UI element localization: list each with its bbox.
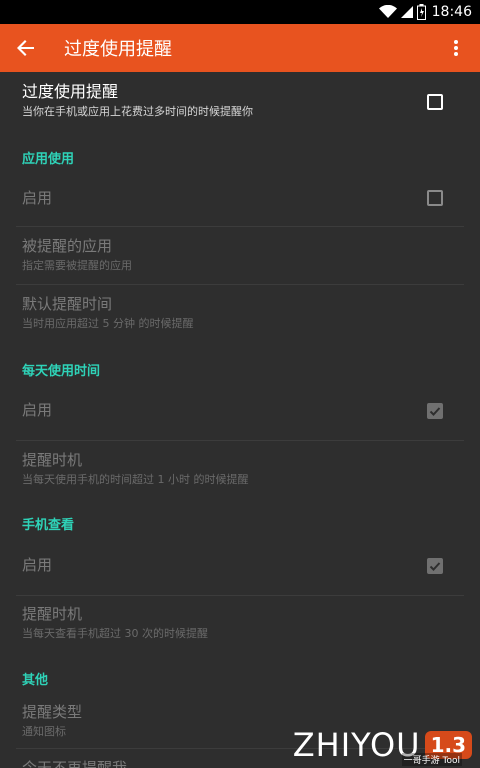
status-icons xyxy=(378,4,426,20)
page-title: 过度使用提醒 xyxy=(64,39,172,60)
divider xyxy=(16,226,464,227)
pref-summary: 当每天查看手机超过 30 次的时候提醒 xyxy=(22,627,208,640)
pref-phone-check-timing[interactable]: 提醒时机 当每天查看手机超过 30 次的时候提醒 xyxy=(22,604,458,642)
check-icon xyxy=(429,407,441,416)
pref-title: 被提醒的应用 xyxy=(22,237,113,255)
pref-title: 启用 xyxy=(22,189,53,207)
more-vert-icon xyxy=(454,40,458,56)
settings-list: 过度使用提醒 当你在手机或应用上花费过多时间的时候提醒你 应用使用 启用 被提醒… xyxy=(0,72,480,768)
app-bar: 过度使用提醒 xyxy=(0,24,480,72)
pref-daily-usage-enable[interactable]: 启用 xyxy=(22,400,458,420)
arrow-back-icon xyxy=(17,40,34,56)
pref-daily-usage-timing[interactable]: 提醒时机 当每天使用手机的时间超过 1 小时 的时候提醒 xyxy=(22,450,458,488)
status-bar: 18:46 xyxy=(0,0,480,24)
overuse-reminder-checkbox[interactable] xyxy=(427,94,443,110)
pref-overuse-reminder[interactable]: 过度使用提醒 当你在手机或应用上花费过多时间的时候提醒你 xyxy=(22,82,458,120)
section-header-app-usage: 应用使用 xyxy=(22,152,75,167)
pref-app-usage-enable[interactable]: 启用 xyxy=(22,188,458,208)
divider xyxy=(16,284,464,285)
signal-icon xyxy=(400,6,413,18)
pref-title: 启用 xyxy=(22,401,53,419)
pref-default-reminder-time[interactable]: 默认提醒时间 当时用应用超过 5 分钟 的时候提醒 xyxy=(22,294,458,332)
pref-summary: 当时用应用超过 5 分钟 的时候提醒 xyxy=(22,317,194,330)
pref-summary: 当每天使用手机的时间超过 1 小时 的时候提醒 xyxy=(22,473,249,486)
pref-summary: 指定需要被提醒的应用 xyxy=(22,259,132,272)
daily-usage-enable-checkbox[interactable] xyxy=(427,403,443,419)
check-icon xyxy=(429,562,441,571)
phone-check-enable-checkbox[interactable] xyxy=(427,558,443,574)
section-header-phone-check: 手机查看 xyxy=(22,518,75,533)
wifi-icon xyxy=(378,5,397,18)
battery-icon xyxy=(416,4,426,20)
pref-summary: 当你在手机或应用上花费过多时间的时候提醒你 xyxy=(22,105,253,118)
section-header-other: 其他 xyxy=(22,673,49,688)
status-time: 18:46 xyxy=(431,4,472,20)
pref-title: 提醒时机 xyxy=(22,605,83,623)
overflow-menu-button[interactable] xyxy=(438,24,474,72)
divider xyxy=(16,595,464,596)
back-button[interactable] xyxy=(2,24,50,72)
divider xyxy=(16,440,464,441)
watermark: ZHIYOU 1.3 一哥手游 Tool xyxy=(293,726,472,766)
pref-title: 提醒类型 xyxy=(22,703,83,721)
section-header-daily-usage: 每天使用时间 xyxy=(22,364,101,379)
pref-reminded-apps[interactable]: 被提醒的应用 指定需要被提醒的应用 xyxy=(22,236,458,274)
pref-title: 默认提醒时间 xyxy=(22,295,113,313)
app-usage-enable-checkbox[interactable] xyxy=(427,190,443,206)
pref-phone-check-enable[interactable]: 启用 xyxy=(22,555,458,575)
pref-title: 过度使用提醒 xyxy=(22,82,119,101)
pref-title: 提醒时机 xyxy=(22,451,83,469)
watermark-sub: 一哥手游 Tool xyxy=(401,753,462,766)
pref-title: 启用 xyxy=(22,556,53,574)
